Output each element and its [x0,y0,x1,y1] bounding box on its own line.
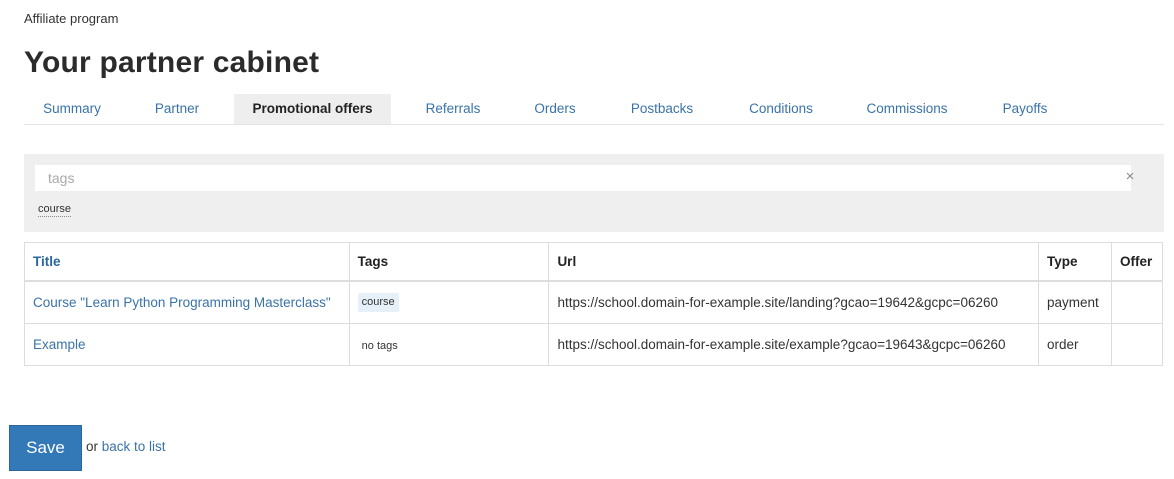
offers-table: Title Tags Url Type Offer Course "Learn … [24,242,1164,366]
offer-tags-cell: course [348,280,550,324]
save-button[interactable]: Save [9,425,82,471]
offer-title-link[interactable]: Example [33,337,86,352]
tab-bar: Summary Partner Promotional offers Refer… [24,94,1164,125]
page: Affiliate program Your partner cabinet S… [0,0,1174,479]
table-row: Course "Learn Python Programming Masterc… [24,280,1164,324]
column-header-offer: Offer [1110,242,1164,282]
offer-url-cell: https://school.domain-for-example.site/e… [548,323,1039,366]
column-header-url: Url [548,242,1039,282]
tab-promotional-offers[interactable]: Promotional offers [234,94,391,124]
offer-cell [1110,280,1164,324]
offer-title-cell: Example [24,323,350,366]
tab-postbacks[interactable]: Postbacks [628,94,696,124]
offer-type-cell: payment [1037,280,1112,324]
tab-conditions[interactable]: Conditions [745,94,817,124]
column-header-title[interactable]: Title [24,242,350,282]
tab-orders[interactable]: Orders [531,94,579,124]
offer-tags-cell: no tags [348,323,550,366]
offer-cell [1110,323,1164,366]
tab-commissions[interactable]: Commissions [865,94,949,124]
breadcrumb[interactable]: Affiliate program [24,11,118,26]
table-row: Example no tags https://school.domain-fo… [24,323,1164,366]
column-header-type: Type [1037,242,1112,282]
tags-input[interactable] [35,165,1131,191]
no-tags-label: no tags [361,340,398,352]
tab-referrals[interactable]: Referrals [422,94,484,124]
offer-title-link[interactable]: Course "Learn Python Programming Masterc… [33,295,331,310]
offer-url-cell: https://school.domain-for-example.site/l… [548,280,1039,324]
back-to-list-link[interactable]: back to list [102,439,166,454]
tab-payoffs[interactable]: Payoffs [999,94,1051,124]
tab-partner[interactable]: Partner [152,94,202,124]
back-line: or back to list [86,439,166,454]
offer-type-cell: order [1037,323,1112,366]
column-header-tags: Tags [348,242,550,282]
page-title: Your partner cabinet [24,46,320,79]
offer-title-cell: Course "Learn Python Programming Masterc… [24,280,350,324]
tag-filter-panel: × course [24,154,1164,232]
clear-icon[interactable]: × [1123,169,1137,185]
filter-tag-course[interactable]: course [38,202,72,217]
table-header-row: Title Tags Url Type Offer [24,242,1164,282]
tab-summary[interactable]: Summary [24,94,120,124]
or-text: or [86,439,99,454]
tag-pill: course [357,293,399,312]
